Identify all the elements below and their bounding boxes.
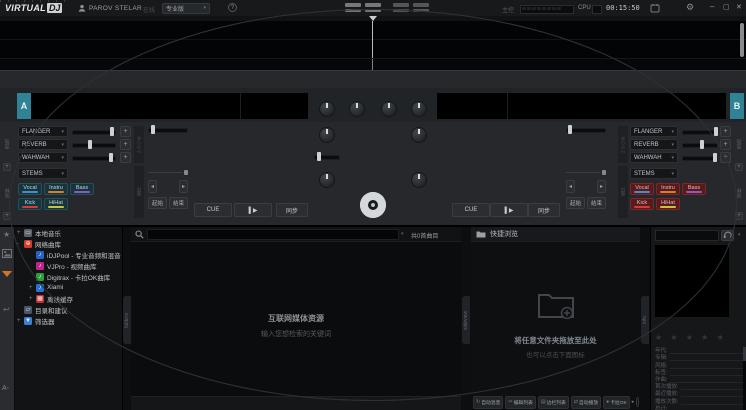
- track-field-row: 标签:: [655, 369, 743, 376]
- close-button[interactable]: ✕: [736, 3, 742, 11]
- calendar-icon[interactable]: [650, 3, 660, 13]
- sideview-tab-bar: ↻ 自动混音✂ 编辑列表▤ 边栏列表⇄ 自动播放● 卡拉OK▸: [473, 395, 639, 409]
- tab-icon: ↻: [476, 399, 480, 405]
- track-fields: 年代: 专辑: 风格: 标签: 作曲: 首次播放: 最近播放: 播放次数: 总计…: [655, 347, 743, 410]
- cpu-label: CPU: [578, 5, 591, 11]
- online-status: 在线: [143, 5, 155, 14]
- deck-b-rail-fx-label: 音效: [735, 127, 743, 161]
- rating-stars[interactable]: ★ ★ ★ ★ ★: [655, 333, 727, 342]
- field-value: [681, 391, 743, 397]
- deck-b-badge: B: [730, 93, 744, 119]
- artwork-icon[interactable]: [2, 249, 12, 258]
- edition-select[interactable]: 专业版 ▾: [162, 3, 210, 14]
- master-meter: [520, 5, 574, 14]
- wave-scrollbar[interactable]: [740, 23, 744, 57]
- field-value: [681, 399, 743, 405]
- track-field-row: 年代:: [655, 347, 743, 354]
- deck-b-rail-button[interactable]: +: [735, 163, 743, 171]
- mixer-left-filter-knob[interactable]: [319, 172, 335, 188]
- caret-down-icon: ▾: [203, 5, 206, 11]
- track-field-row: 风格:: [655, 361, 743, 368]
- browser-rail: ★ ↩ A-: [0, 227, 15, 410]
- sideview-more-button[interactable]: ▸: [632, 397, 635, 408]
- expand-toggle-icon[interactable]: +: [29, 285, 36, 291]
- deck-b-sync-button[interactable]: 同步: [528, 203, 560, 217]
- user-icon: [78, 4, 86, 12]
- font-size-toggle[interactable]: A-: [2, 385, 9, 392]
- help-icon[interactable]: ?: [228, 3, 237, 12]
- mixer-left-mic-knob[interactable]: [319, 127, 335, 143]
- sideview-settings-button[interactable]: [636, 397, 639, 407]
- tab-icon: ▤: [541, 399, 546, 405]
- favorites-icon[interactable]: ★: [3, 230, 10, 239]
- deck-b-cue-button[interactable]: CUE: [452, 203, 490, 217]
- deck-b-play-button[interactable]: ▌▶: [490, 203, 528, 217]
- box-icon: ▦: [36, 295, 44, 303]
- mixer-right-mic-knob[interactable]: [411, 127, 427, 143]
- expand-toggle-icon[interactable]: +: [29, 296, 36, 302]
- sidebar-item-label: 筛选器: [35, 316, 55, 326]
- tab-icon: ●: [606, 399, 609, 405]
- sideview-tab-自动混音[interactable]: ↻ 自动混音: [473, 396, 503, 409]
- mixer-right-eq-knob[interactable]: [411, 101, 427, 117]
- track-field-row: 专辑:: [655, 354, 743, 361]
- cpu-meter: [592, 5, 602, 14]
- sideview-tab-卡拉OK[interactable]: ● 卡拉OK: [603, 396, 630, 409]
- mixer-left-mic-slider[interactable]: [314, 152, 340, 161]
- deck-a-badge: A: [17, 93, 31, 119]
- edition-label: 专业版: [166, 4, 184, 13]
- clock: 00:15:50: [606, 4, 640, 12]
- mixer-channel-b-gain-knob[interactable]: [381, 101, 397, 117]
- field-value: [670, 370, 743, 376]
- field-label: 总计:: [655, 404, 668, 410]
- deck-b-fx-add-button[interactable]: +: [720, 126, 731, 137]
- field-value: [670, 363, 743, 369]
- folder-icon: ▱: [24, 306, 32, 314]
- field-value: [670, 348, 743, 354]
- sideview-tab-自动播放[interactable]: ⇄ 自动播放: [571, 396, 601, 409]
- logo-dj: DJ: [47, 3, 63, 13]
- mixer-left-eq-knob[interactable]: [319, 101, 335, 117]
- undo-icon[interactable]: ↩: [3, 305, 10, 314]
- deck-a-rail-fx-label: 音效: [3, 127, 11, 161]
- user-name: PAROV STELAR: [89, 5, 142, 12]
- maximize-button[interactable]: ▢: [723, 3, 730, 11]
- tab-icon: ✂: [508, 399, 512, 405]
- mixer-right-filter-knob[interactable]: [411, 172, 427, 188]
- logo-virtual: VIRTUAL: [5, 3, 46, 13]
- info-menu-caret[interactable]: ▾: [738, 232, 741, 238]
- expand-toggle-icon[interactable]: +: [17, 318, 24, 324]
- deck-a-rail-button[interactable]: +: [3, 163, 11, 171]
- track-field-row: 总计:: [655, 405, 743, 410]
- mixer-channel-a-gain-knob[interactable]: [349, 101, 365, 117]
- filter-funnel-icon[interactable]: [2, 271, 12, 277]
- virtualdj-window: VIRTUAL DJ PAROV STELAR 在线 专业版 ▾ ? 主控: [0, 0, 746, 410]
- track-field-row: 播放次数:: [655, 397, 743, 404]
- gear-icon[interactable]: ⚙: [686, 2, 694, 13]
- sideview-tab-边栏列表[interactable]: ▤ 边栏列表: [538, 396, 569, 409]
- field-value: [670, 406, 743, 410]
- sideview-tab-编辑列表[interactable]: ✂ 编辑列表: [505, 396, 535, 409]
- minimize-button[interactable]: –: [710, 2, 714, 11]
- app-logo: VIRTUAL DJ: [5, 2, 62, 14]
- funnel-icon: ▼: [24, 317, 32, 325]
- field-value: [670, 377, 743, 383]
- field-value: [681, 384, 743, 390]
- tab-icon: ⇄: [574, 399, 578, 405]
- user-account[interactable]: PAROV STELAR: [78, 3, 142, 13]
- field-value: [670, 355, 743, 361]
- master-meter-label: 主控: [502, 5, 514, 14]
